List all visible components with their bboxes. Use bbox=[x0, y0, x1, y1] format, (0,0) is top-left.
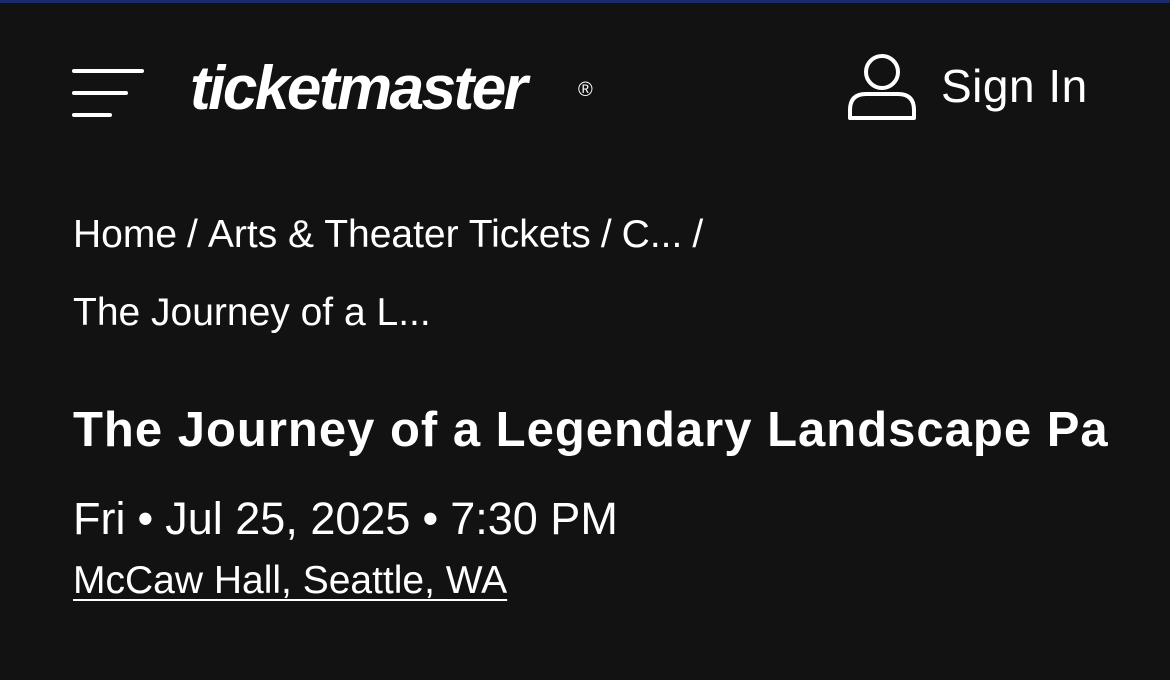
venue-link[interactable]: McCaw Hall, Seattle, WA bbox=[73, 556, 507, 606]
event-datetime: Fri • Jul 25, 2025 • 7:30 PM bbox=[73, 490, 618, 548]
breadcrumb-separator: / bbox=[187, 213, 198, 256]
breadcrumb-separator: / bbox=[600, 213, 612, 256]
separator-dot: • bbox=[422, 493, 439, 544]
event-date: Jul 25, 2025 bbox=[165, 493, 411, 544]
sign-in-button[interactable]: Sign In bbox=[846, 50, 1088, 122]
ticketmaster-logo[interactable]: ticketmaster bbox=[190, 58, 528, 120]
breadcrumb-row-2: The Journey of a L... bbox=[73, 274, 973, 352]
sign-in-label: Sign In bbox=[941, 60, 1088, 112]
site-header: ticketmaster ® Sign In bbox=[0, 0, 1170, 180]
breadcrumb: Home / Arts & Theater Tickets / C... / The Jo… bbox=[73, 196, 973, 352]
hamburger-menu-icon bbox=[72, 69, 144, 117]
breadcrumb-separator: / bbox=[692, 213, 704, 256]
event-time: 7:30 PM bbox=[450, 493, 618, 544]
registered-mark: ® bbox=[578, 79, 593, 101]
separator-dot: • bbox=[137, 493, 154, 544]
breadcrumb-row-1: Home / Arts & Theater Tickets / C... / bbox=[73, 196, 973, 274]
event-title: The Journey of a Legendary Landscape Pa bbox=[73, 403, 1109, 457]
user-icon bbox=[848, 54, 916, 120]
menu-button[interactable] bbox=[72, 68, 144, 120]
breadcrumb-home[interactable]: Home bbox=[73, 213, 177, 256]
event-day: Fri bbox=[73, 493, 126, 544]
breadcrumb-arts-theater[interactable]: Arts & Theater Tickets bbox=[208, 213, 591, 256]
breadcrumb-category[interactable]: C... bbox=[622, 213, 683, 256]
breadcrumb-current: The Journey of a L... bbox=[73, 291, 431, 334]
